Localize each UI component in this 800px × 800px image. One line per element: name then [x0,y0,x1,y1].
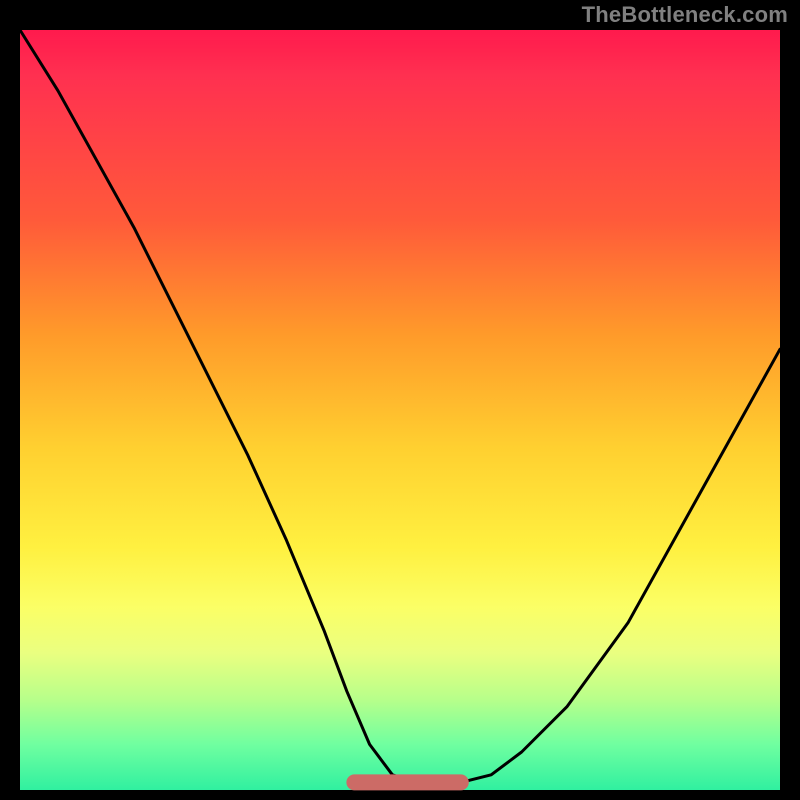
bottleneck-curve [20,30,780,782]
curve-svg [20,30,780,790]
plot-area [20,30,780,790]
watermark-text: TheBottleneck.com [582,2,788,28]
chart-frame: TheBottleneck.com [0,0,800,800]
